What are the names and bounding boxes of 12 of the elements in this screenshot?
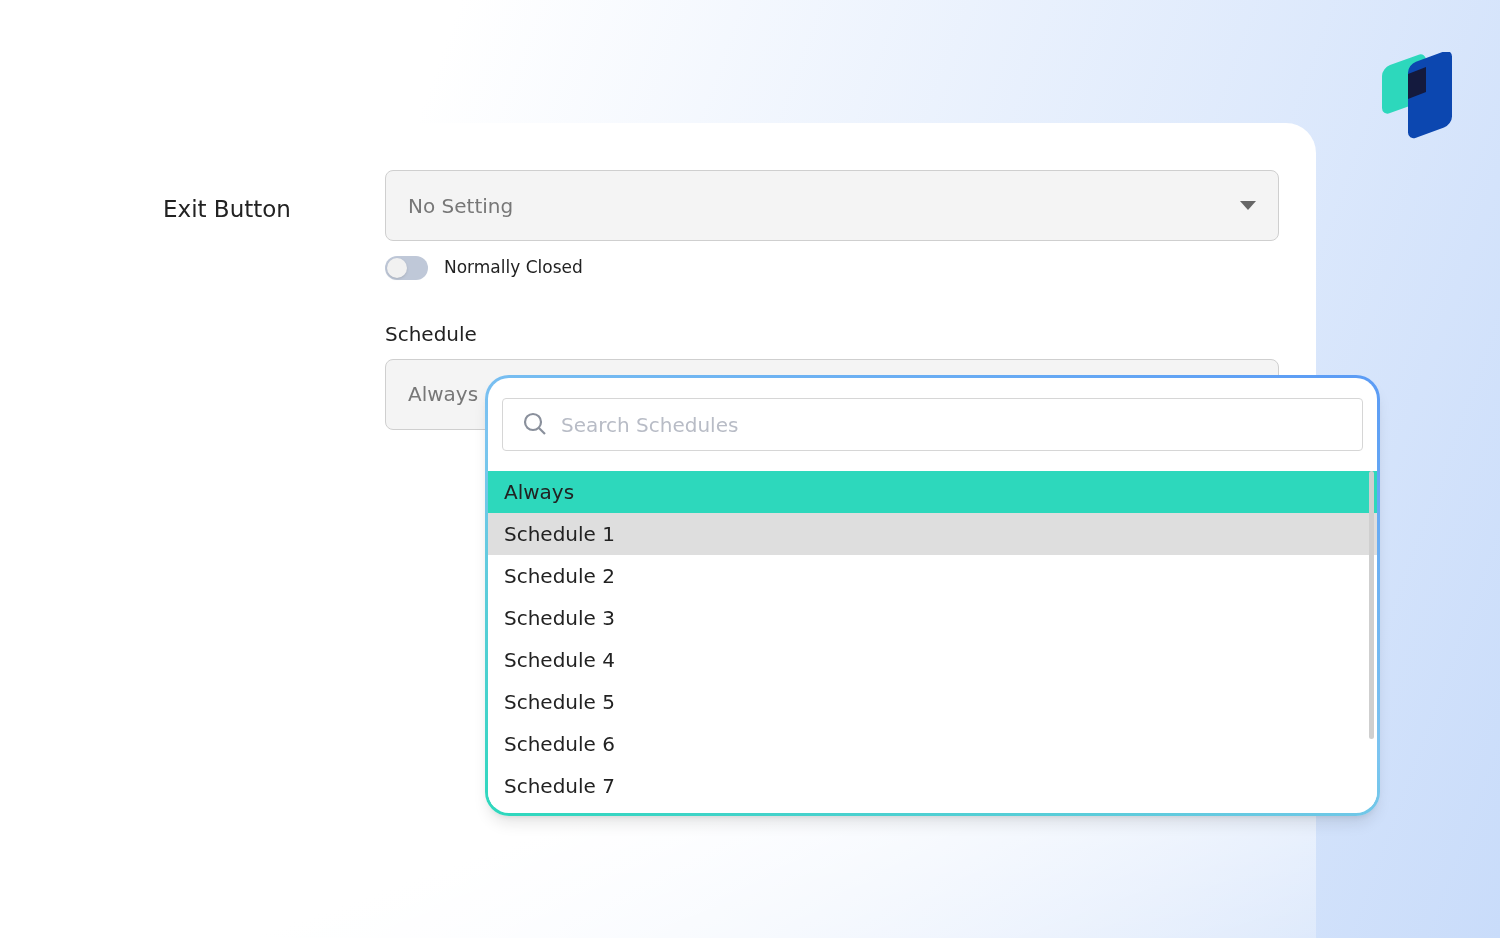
search-icon bbox=[523, 412, 547, 436]
select-field[interactable]: No Setting bbox=[385, 170, 1279, 241]
scrollbar[interactable] bbox=[1369, 471, 1374, 739]
toggle-label: Normally Closed bbox=[444, 256, 583, 279]
search-field[interactable]: Search Schedules bbox=[502, 398, 1363, 451]
logo-icon bbox=[1382, 52, 1454, 140]
dropdown-option[interactable]: Schedule 1 bbox=[488, 513, 1377, 555]
field-label: Schedule bbox=[385, 320, 478, 348]
dropdown-option[interactable]: Always bbox=[488, 471, 1377, 513]
caret-icon bbox=[1240, 201, 1256, 210]
toggle-switch[interactable] bbox=[385, 255, 428, 280]
field-label: Exit Button bbox=[163, 195, 292, 224]
